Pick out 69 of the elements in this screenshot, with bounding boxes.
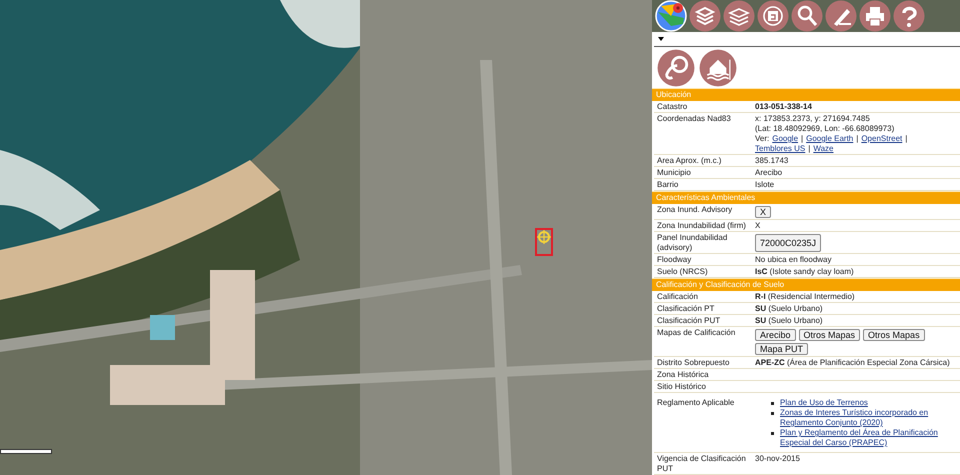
search-icon[interactable] [791, 0, 823, 32]
field-label: Clasificación PT [656, 304, 716, 314]
section-header: Calificación y Clasificación de Suelo [652, 278, 960, 291]
field-label: Distrito Sobrepuesto [656, 358, 730, 368]
field-label: Clasificación PUT [656, 316, 722, 326]
field-value: IsC (Islote sandy clay loam) [755, 267, 855, 277]
map-button[interactable]: Otros Mapas [863, 329, 925, 341]
field-value: Arecibo [755, 168, 784, 178]
coordinate-text: x: 173853.2373, y: 271694.7485 [755, 114, 871, 124]
map-button[interactable]: 72000C0235J [755, 234, 822, 252]
field-value: 30-nov-2015 [755, 454, 801, 465]
bullet-icon [771, 402, 774, 405]
caret-icon [658, 37, 664, 41]
field-value: R-I (Residencial Intermedio) [755, 292, 856, 302]
rotate-arrow-icon[interactable] [657, 49, 695, 87]
map-button[interactable]: Arecibo [755, 329, 796, 341]
view-label: Ver: [755, 134, 770, 144]
map-button[interactable]: Mapa PUT [755, 343, 808, 355]
coordinate-text: (Lat: 18.48092969, Lon: -66.68089973) [755, 124, 896, 134]
scale-bar-icon [0, 449, 52, 454]
field-value: No ubica en floodway [755, 255, 832, 265]
field-label: Reglamento Aplicable [656, 398, 736, 409]
field-label: Zona Inund. Advisory [656, 205, 734, 216]
field-label: Barrio [656, 180, 680, 190]
map-link[interactable]: OpenStreet [861, 134, 902, 144]
field-label: Panel Inundabilidad (advisory) [656, 233, 728, 253]
field-value: SU (Suelo Urbano) [755, 316, 824, 326]
field-value: Islote [755, 180, 776, 190]
field-label: Area Aprox. (m.c.) [656, 156, 722, 166]
regulation-link[interactable]: Plan y Reglamento del Área de Planificación Especial del Carso (PRAPEC) [780, 428, 960, 448]
field-label: Vigencia de Clasificación PUT [656, 454, 747, 474]
map-link[interactable]: Waze [813, 144, 834, 154]
section-header: Características Ambientales [652, 191, 960, 204]
help-icon[interactable] [893, 0, 925, 32]
map-button[interactable]: Otros Mapas [798, 329, 860, 341]
flooded-house-icon[interactable] [699, 49, 737, 87]
field-label: Mapas de Calificación [656, 328, 736, 339]
layers-icon[interactable] [689, 0, 721, 32]
field-label: Floodway [656, 255, 692, 265]
bullet-icon [771, 412, 774, 415]
bullet-icon [771, 432, 774, 435]
map-button[interactable]: X [755, 206, 772, 218]
crosshair-marker-icon [535, 228, 553, 256]
regulation-link[interactable]: Zonas de Interes Turístico incorporado en Reglamento Conjunto (2020) [780, 408, 960, 428]
field-label: Suelo (NRCS) [656, 267, 709, 277]
field-label: Catastro [656, 102, 688, 112]
field-label: Zona Inundabilidad (firm) [656, 221, 747, 231]
field-label: Calificación [656, 292, 699, 302]
printer-icon[interactable] [859, 0, 891, 32]
field-value: SU (Suelo Urbano) [755, 304, 824, 314]
map-link[interactable]: Google Earth [806, 134, 854, 144]
field-value: APE-ZC (Área de Planificación Especial Zona Cársica) [755, 358, 951, 368]
field-value: 013-051-338-14 [755, 102, 813, 112]
separator-text: | [905, 134, 908, 144]
separator-text: | [808, 144, 810, 154]
field-label: Municipio [656, 168, 692, 178]
layers-icon[interactable] [723, 0, 755, 32]
separator-text: | [856, 134, 858, 144]
section-header: Ubicación [652, 88, 960, 101]
separator-text: | [801, 134, 804, 144]
map-link[interactable]: Google [772, 134, 798, 144]
field-value: 385.1743 [755, 156, 790, 166]
field-label: Coordenadas Nad83 [656, 114, 732, 125]
field-label: Zona Histórica [656, 370, 710, 380]
regulation-link[interactable]: Plan de Uso de Terrenos [780, 398, 868, 408]
map-pin-icon[interactable] [655, 0, 687, 32]
field-label: Sitio Histórico [656, 382, 707, 392]
map-link[interactable]: Temblores US [755, 144, 806, 154]
field-value: X [755, 221, 762, 231]
